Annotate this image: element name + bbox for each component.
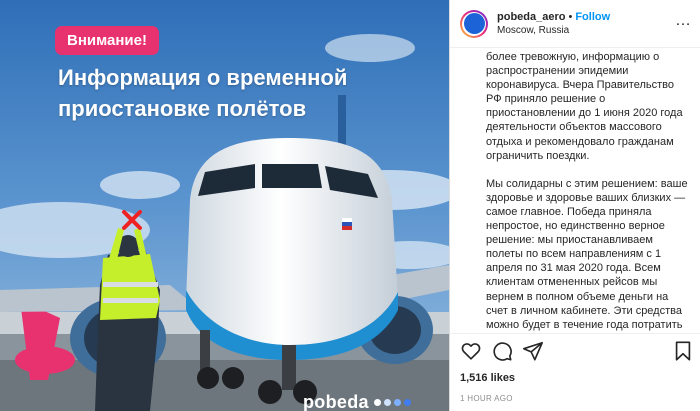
post-image[interactable]: Внимание! Информация о временной приоста… xyxy=(0,0,449,411)
author-info: pobeda_aero • Follow Moscow, Russia xyxy=(497,9,675,38)
heart-icon[interactable] xyxy=(460,340,482,362)
more-options-icon[interactable]: … xyxy=(675,12,692,30)
post-caption: более тревожную, информацию о распростра… xyxy=(450,48,700,333)
post-header: pobeda_aero • Follow Moscow, Russia … xyxy=(450,0,700,48)
username-link[interactable]: pobeda_aero xyxy=(497,11,565,23)
follow-button[interactable]: Follow xyxy=(575,11,610,23)
attention-badge: Внимание! xyxy=(55,26,159,55)
comment-icon[interactable] xyxy=(491,340,513,362)
caption-paragraph: Мы солидарны с этим решением: ваше здоро… xyxy=(486,177,688,333)
brand-wordmark: pobeda xyxy=(303,392,369,411)
share-icon[interactable] xyxy=(522,340,544,362)
image-headline: Информация о временной приостановке полё… xyxy=(58,65,348,121)
post-sidebar: pobeda_aero • Follow Moscow, Russia … боле… xyxy=(449,0,700,411)
post-timestamp[interactable]: 1 HOUR AGO xyxy=(450,388,700,411)
instagram-post: Внимание! Информация о временной приоста… xyxy=(0,0,700,411)
logo-dots-icon xyxy=(373,399,411,406)
location-link[interactable]: Moscow, Russia xyxy=(497,24,675,38)
separator-dot: • xyxy=(568,11,573,23)
avatar[interactable] xyxy=(460,9,488,38)
likes-count[interactable]: 1,516 likes xyxy=(450,368,700,388)
action-bar xyxy=(450,333,700,368)
bookmark-icon[interactable] xyxy=(672,340,694,362)
caption-paragraph: более тревожную, информацию о распростра… xyxy=(486,51,683,162)
pobeda-logo: pobeda xyxy=(303,392,411,411)
